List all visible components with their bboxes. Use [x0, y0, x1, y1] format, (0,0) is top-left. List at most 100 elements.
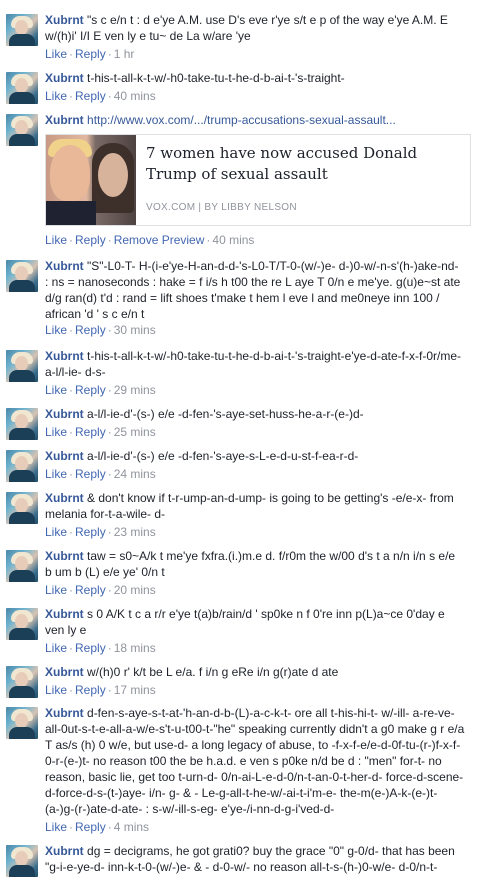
- separator: ·: [69, 820, 74, 834]
- reply-button[interactable]: Reply: [75, 383, 106, 397]
- comment-timestamp[interactable]: 4 mins: [114, 820, 149, 834]
- separator: ·: [107, 467, 112, 481]
- avatar[interactable]: [6, 408, 38, 440]
- reply-button[interactable]: Reply: [75, 47, 106, 61]
- reply-button[interactable]: Reply: [75, 525, 106, 539]
- comment-actions: Like · Reply · 25 mins: [45, 424, 156, 440]
- comment-timestamp[interactable]: 40 mins: [212, 233, 254, 247]
- comment-author[interactable]: Xubrnt: [45, 349, 84, 363]
- comment-text: taw = s0~A/k t me'ye fxfra.(i.)m.e d. f/…: [45, 549, 456, 579]
- reply-button[interactable]: Reply: [75, 467, 106, 481]
- separator: ·: [69, 583, 74, 597]
- comment-author[interactable]: Xubrnt: [45, 71, 84, 85]
- separator: ·: [69, 525, 74, 539]
- like-button[interactable]: Like: [45, 683, 67, 697]
- avatar[interactable]: [6, 492, 38, 524]
- comment-text: a-l/l-ie-d'-(s-) e/e -d-fen-'s-aye-s-L-e…: [87, 449, 359, 463]
- separator: ·: [69, 683, 74, 697]
- avatar[interactable]: [6, 666, 38, 698]
- avatar[interactable]: [6, 260, 38, 292]
- comment-author[interactable]: Xubrnt: [45, 665, 84, 679]
- separator: ·: [69, 641, 74, 655]
- reply-button[interactable]: Reply: [75, 683, 106, 697]
- comment-timestamp[interactable]: 20 mins: [114, 583, 156, 597]
- comment-text: t-his-t-all-k-t-w/-h0-take-tu-t-he-d-b-a…: [87, 71, 345, 85]
- reply-button[interactable]: Reply: [75, 641, 106, 655]
- link-preview[interactable]: 7 women have now accused Donald Trump of…: [45, 134, 471, 226]
- comment-text: dg = decigrams, he got grati0? buy the g…: [45, 844, 455, 874]
- avatar[interactable]: [6, 845, 38, 877]
- comment-timestamp[interactable]: 23 mins: [114, 525, 156, 539]
- avatar[interactable]: [6, 550, 38, 582]
- comment-timestamp[interactable]: 17 mins: [114, 683, 156, 697]
- like-button[interactable]: Like: [45, 467, 67, 481]
- comment-author[interactable]: Xubrnt: [45, 607, 84, 621]
- reply-button[interactable]: Reply: [75, 233, 106, 247]
- reply-button[interactable]: Reply: [75, 820, 106, 834]
- separator: ·: [107, 47, 112, 61]
- separator: ·: [107, 583, 112, 597]
- like-button[interactable]: Like: [45, 820, 67, 834]
- comment-timestamp[interactable]: 25 mins: [114, 425, 156, 439]
- like-button[interactable]: Like: [45, 383, 67, 397]
- like-button[interactable]: Like: [45, 641, 67, 655]
- like-button[interactable]: Like: [45, 425, 67, 439]
- comment-author[interactable]: Xubrnt: [45, 407, 84, 421]
- comment-timestamp[interactable]: 1 hr: [114, 47, 135, 61]
- avatar[interactable]: [6, 608, 38, 640]
- comment-author[interactable]: Xubrnt: [45, 13, 84, 27]
- like-button[interactable]: Like: [45, 583, 67, 597]
- comment-text: d-fen-s-aye-s-t-at-'h-an-d-b-(L)-a-c-k-t…: [45, 706, 465, 816]
- comment-actions: Like · Reply · 29 mins: [45, 382, 156, 398]
- comment-author[interactable]: Xubrnt: [45, 549, 84, 563]
- comment-timestamp[interactable]: 40 mins: [114, 89, 156, 103]
- avatar[interactable]: [6, 450, 38, 482]
- comment-text: a-l/l-ie-d'-(s-) e/e -d-fen-'s-aye-set-h…: [87, 407, 364, 421]
- preview-title[interactable]: 7 women have now accused Donald Trump of…: [146, 143, 461, 185]
- comment-actions: Like · Reply · 18 mins: [45, 640, 156, 656]
- avatar[interactable]: [6, 350, 38, 382]
- comment-author[interactable]: Xubrnt: [45, 449, 84, 463]
- comment-author[interactable]: Xubrnt: [45, 844, 84, 858]
- comment-actions: Like · Reply · 23 mins: [45, 524, 156, 540]
- comment-actions: Like · Reply · 1 hr: [45, 46, 134, 62]
- separator: ·: [69, 323, 74, 337]
- comment-actions: Like · Reply · 24 mins: [45, 466, 156, 482]
- comment-text: "s c e/n t : d e'ye A.M. use D's eve r'y…: [45, 13, 448, 43]
- comment-actions: Like · Reply · 40 mins: [45, 88, 156, 104]
- avatar[interactable]: [6, 707, 38, 739]
- comment-timestamp[interactable]: 24 mins: [114, 467, 156, 481]
- comment-text: s 0 A/K t c a r/r e'ye t(a)b/rain/d ' sp…: [45, 607, 445, 637]
- avatar[interactable]: [6, 114, 38, 146]
- preview-thumbnail[interactable]: [46, 135, 136, 225]
- like-button[interactable]: Like: [45, 323, 67, 337]
- avatar[interactable]: [6, 72, 38, 104]
- remove-preview-button[interactable]: Remove Preview: [114, 233, 205, 247]
- separator: ·: [69, 383, 74, 397]
- comment-timestamp[interactable]: 30 mins: [114, 323, 156, 337]
- like-button[interactable]: Like: [45, 89, 67, 103]
- comment-timestamp[interactable]: 18 mins: [114, 641, 156, 655]
- reply-button[interactable]: Reply: [75, 425, 106, 439]
- reply-button[interactable]: Reply: [75, 323, 106, 337]
- comment-timestamp[interactable]: 29 mins: [114, 383, 156, 397]
- comment-author[interactable]: Xubrnt: [45, 113, 84, 127]
- comment-text: & don't know if t-r-ump-an-d-ump- is goi…: [45, 491, 454, 521]
- separator: ·: [107, 641, 112, 655]
- reply-button[interactable]: Reply: [75, 89, 106, 103]
- like-button[interactable]: Like: [45, 47, 67, 61]
- comment-actions: Like · Reply · 17 mins: [45, 682, 156, 698]
- comment-text: "S"-L0-T- H-(i-e'ye-H-an-d-d-'s-L0-T/T-0…: [45, 259, 461, 321]
- separator: ·: [107, 323, 112, 337]
- separator: ·: [69, 233, 74, 247]
- avatar[interactable]: [6, 14, 38, 46]
- like-button[interactable]: Like: [45, 525, 67, 539]
- comment-author[interactable]: Xubrnt: [45, 259, 84, 273]
- comment-link[interactable]: http://www.vox.com/.../trump-accusations…: [87, 113, 396, 127]
- like-button[interactable]: Like: [45, 233, 67, 247]
- separator: ·: [69, 89, 74, 103]
- separator: ·: [107, 233, 112, 247]
- comment-author[interactable]: Xubrnt: [45, 491, 84, 505]
- comment-author[interactable]: Xubrnt: [45, 706, 84, 720]
- reply-button[interactable]: Reply: [75, 583, 106, 597]
